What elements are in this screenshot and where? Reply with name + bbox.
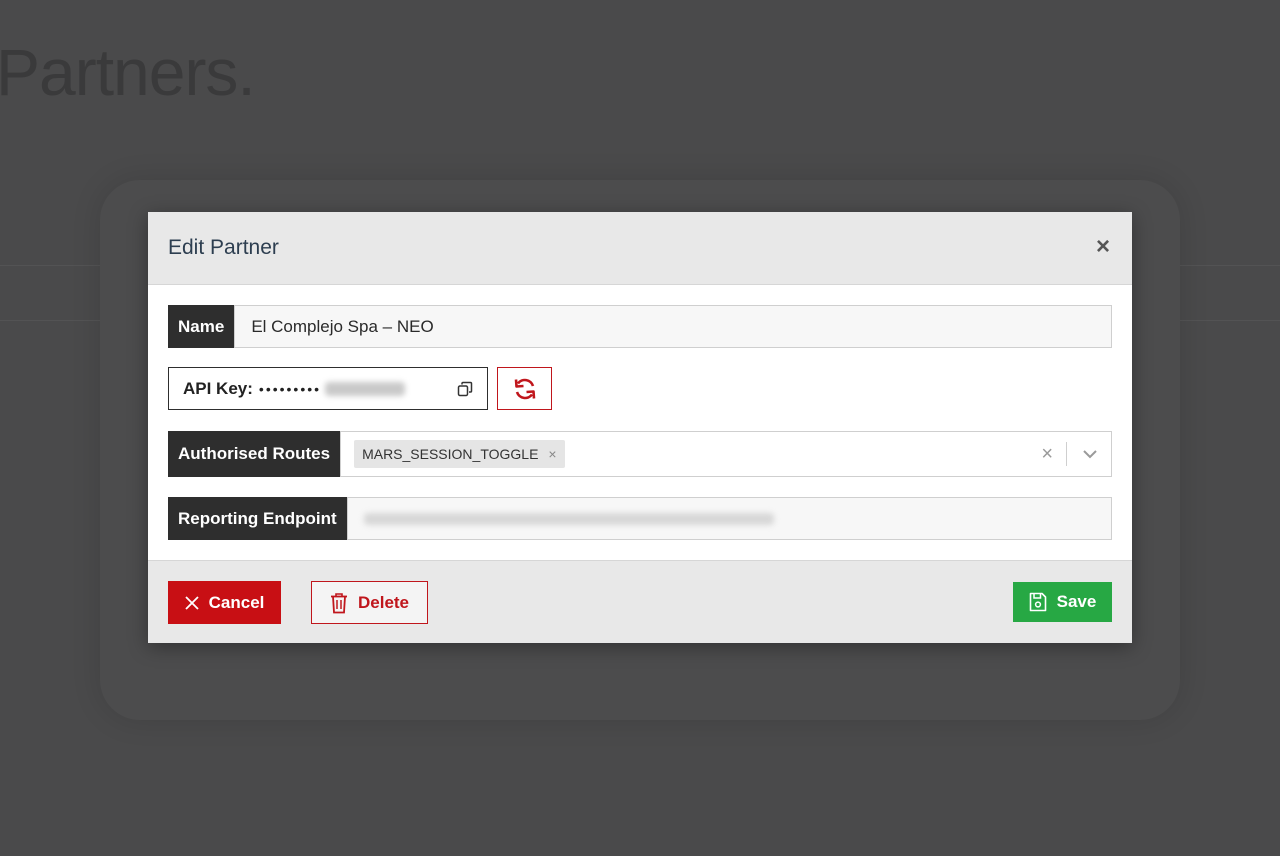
page-title: Partners.	[0, 35, 256, 109]
modal-header: Edit Partner ×	[148, 212, 1132, 285]
remove-tag-icon[interactable]: ×	[548, 446, 556, 462]
endpoint-row: Reporting Endpoint	[168, 497, 1112, 540]
routes-label: Authorised Routes	[168, 431, 341, 477]
chevron-down-icon[interactable]	[1081, 447, 1099, 461]
name-row: Name El Complejo Spa – NEO	[168, 305, 1112, 348]
api-key-masked: •••••••••	[258, 380, 322, 397]
edit-partner-modal: Edit Partner × Name El Complejo Spa – NE…	[148, 212, 1132, 643]
api-key-blurred	[325, 381, 406, 396]
delete-button[interactable]: Delete	[311, 581, 428, 624]
modal-title: Edit Partner	[168, 236, 279, 259]
copy-icon[interactable]	[457, 381, 473, 397]
route-tag-label: MARS_SESSION_TOGGLE	[362, 446, 539, 462]
routes-select[interactable]: MARS_SESSION_TOGGLE × ×	[340, 431, 1112, 477]
floppy-icon	[1029, 592, 1046, 612]
route-tag: MARS_SESSION_TOGGLE ×	[354, 440, 565, 468]
endpoint-input[interactable]	[346, 497, 1112, 540]
separator	[1066, 442, 1067, 466]
cancel-button[interactable]: Cancel	[168, 581, 281, 624]
name-input[interactable]: El Complejo Spa – NEO	[234, 305, 1112, 348]
save-label: Save	[1056, 592, 1097, 611]
save-button[interactable]: Save	[1013, 582, 1112, 622]
refresh-icon	[514, 378, 535, 399]
endpoint-value-blurred	[363, 512, 774, 525]
cancel-label: Cancel	[208, 592, 265, 612]
api-key-field[interactable]: API Key: •••••••••	[168, 367, 488, 410]
name-label: Name	[168, 305, 235, 348]
routes-row: Authorised Routes MARS_SESSION_TOGGLE × …	[168, 431, 1112, 477]
modal-body: Name El Complejo Spa – NEO API Key: ••••…	[148, 285, 1132, 561]
api-key-label: API Key:	[183, 378, 253, 398]
delete-label: Delete	[357, 592, 410, 612]
x-icon	[184, 595, 199, 610]
endpoint-label: Reporting Endpoint	[168, 497, 347, 540]
regenerate-key-button[interactable]	[497, 367, 552, 410]
api-key-row: API Key: •••••••••	[168, 367, 552, 410]
modal-footer: Cancel Delete Save	[148, 560, 1132, 643]
close-icon[interactable]: ×	[1092, 235, 1114, 259]
clear-icon[interactable]: ×	[1041, 443, 1053, 466]
trash-icon	[330, 592, 347, 613]
